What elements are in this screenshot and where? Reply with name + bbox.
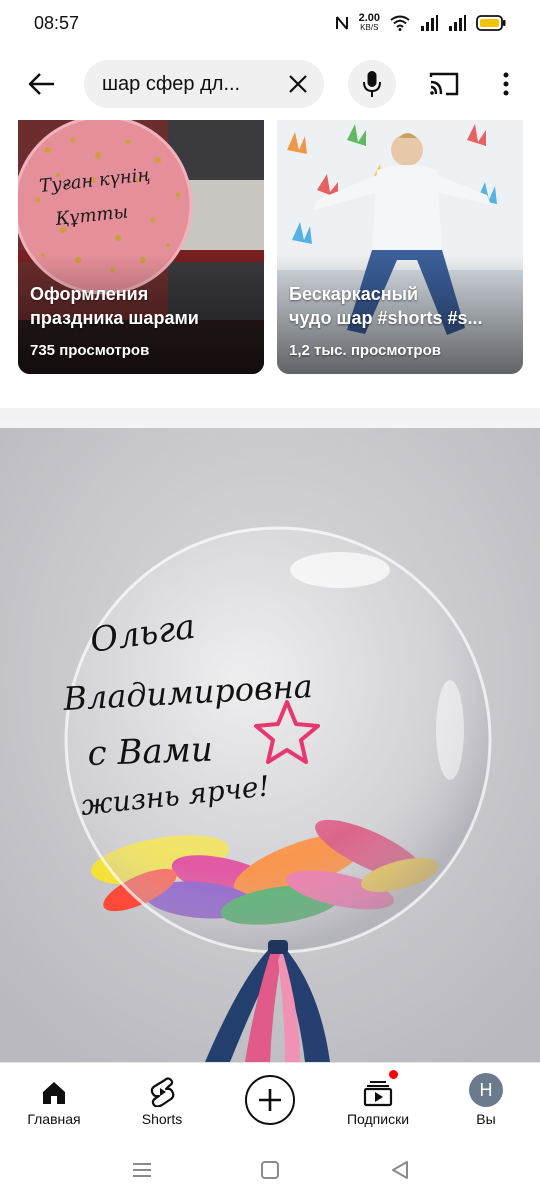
screen: 08:57 2.00 KB/S шар сфер дл... Туған күн… <box>0 0 540 1200</box>
back-button[interactable] <box>20 64 64 104</box>
recents-menu-icon <box>133 1163 151 1177</box>
create-button[interactable] <box>245 1075 295 1125</box>
shorts-row: Туған күнің Құтты Оформления праздника ш… <box>0 120 540 374</box>
status-bar: 08:57 2.00 KB/S <box>0 0 540 46</box>
nav-home[interactable]: Главная <box>4 1063 104 1141</box>
nav-subscriptions[interactable]: Подписки <box>328 1063 428 1141</box>
shorts-icon <box>150 1077 175 1107</box>
nav-you[interactable]: Н Вы <box>436 1063 536 1141</box>
search-header: шар сфер дл... <box>0 56 540 112</box>
video-thumbnail-image: Ольга Владимировна с Вами жизнь ярче! <box>0 420 540 1062</box>
video-thumbnail[interactable]: Ольга Владимировна с Вами жизнь ярче! <box>0 420 540 1062</box>
status-icons: 2.00 KB/S <box>335 12 506 33</box>
home-system-button[interactable] <box>256 1156 284 1184</box>
nfc-icon <box>335 15 349 31</box>
back-arrow-icon <box>28 73 54 95</box>
clear-search-button[interactable] <box>284 70 312 98</box>
short-view-count: 1,2 тыс. просмотров <box>289 342 441 359</box>
search-input[interactable]: шар сфер дл... <box>84 60 324 108</box>
nav-subscriptions-label: Подписки <box>346 1111 410 1127</box>
bottom-navigation: Главная Shorts Подписки Н Вы <box>0 1062 540 1140</box>
nav-shorts-label: Shorts <box>141 1111 183 1127</box>
net-speed-unit: KB/S <box>360 23 379 32</box>
battery-icon <box>476 15 506 31</box>
cast-icon <box>429 72 459 96</box>
wifi-icon <box>390 15 410 31</box>
more-vert-icon <box>503 72 509 96</box>
close-icon <box>289 75 307 93</box>
notification-dot <box>388 1069 399 1080</box>
back-triangle-icon <box>392 1161 408 1179</box>
nav-home-label: Главная <box>27 1111 81 1127</box>
section-divider <box>0 408 540 420</box>
short-title: Оформления праздника шарами <box>30 282 252 330</box>
home-icon <box>43 1082 65 1104</box>
short-title-line: Бескаркасный <box>289 284 419 304</box>
short-title-line: Оформления <box>30 284 149 304</box>
cast-button[interactable] <box>424 66 464 102</box>
short-view-count: 735 просмотров <box>30 342 150 359</box>
short-title: Бескаркасный чудо шар #shorts #s... <box>289 282 511 330</box>
nav-shorts[interactable]: Shorts <box>112 1063 212 1141</box>
short-card[interactable]: Бескаркасный чудо шар #shorts #s... 1,2 … <box>277 120 523 374</box>
home-square-icon <box>261 1161 279 1179</box>
nav-you-label: Вы <box>476 1111 496 1127</box>
more-options-button[interactable] <box>490 66 522 102</box>
search-query-text: шар сфер дл... <box>102 72 241 95</box>
balloon-lettering-3: с Вами <box>87 730 214 774</box>
short-title-line: праздника шарами <box>30 308 199 328</box>
signal-icon-2 <box>448 15 466 31</box>
status-time: 08:57 <box>34 12 80 33</box>
system-navigation-bar <box>0 1140 540 1200</box>
back-system-button[interactable] <box>386 1156 414 1184</box>
subscriptions-icon <box>363 1081 393 1107</box>
microphone-icon <box>363 71 381 97</box>
create-plus-icon <box>259 1089 281 1111</box>
signal-icon <box>420 15 438 31</box>
voice-search-button[interactable] <box>348 60 396 108</box>
recents-button[interactable] <box>128 1156 156 1184</box>
short-title-line: чудо шар #shorts #s... <box>289 308 483 328</box>
avatar: Н <box>469 1073 503 1107</box>
net-speed-value: 2.00 <box>358 12 380 24</box>
net-speed: 2.00 KB/S <box>358 12 380 33</box>
short-card[interactable]: Туған күнің Құтты Оформления праздника ш… <box>18 120 264 374</box>
